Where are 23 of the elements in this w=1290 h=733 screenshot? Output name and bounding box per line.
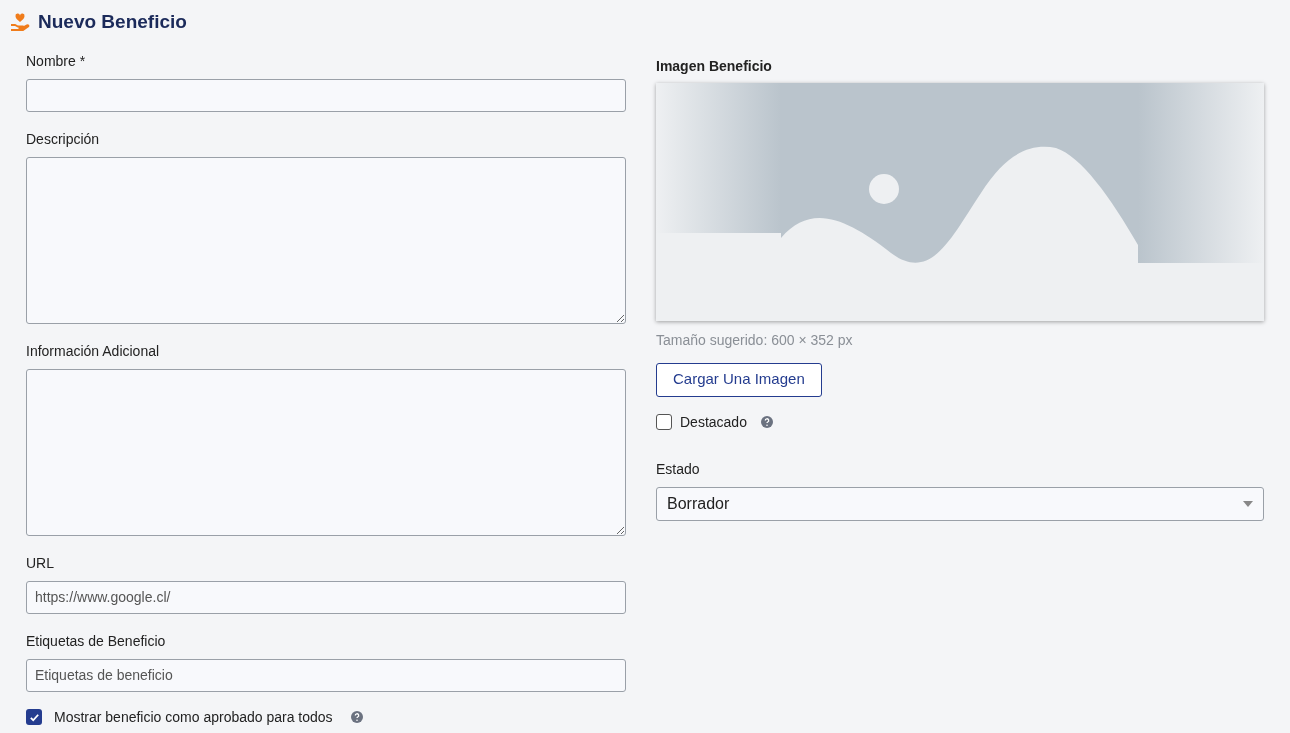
field-label: Estado [656,459,701,479]
field-label: Información Adicional [26,341,161,361]
field-label: Nombre * [26,51,87,71]
input-field[interactable]: https://www.google.cl/ [26,580,626,614]
checkbox[interactable] [656,414,672,430]
hand-heart-icon [10,13,30,32]
field-label: Etiquetas de Beneficio [26,631,167,651]
help-icon [350,711,363,723]
check-icon [28,711,40,723]
input-field[interactable] [26,78,626,112]
field-label: Descripción [26,129,101,149]
field-label: URL [26,553,55,573]
input-field[interactable]: Etiquetas de beneficio [26,658,626,692]
image-label: Imagen Beneficio [656,56,773,76]
upload-button[interactable]: Cargar Una Imagen [656,362,822,397]
status-select[interactable]: Borrador [656,486,1264,521]
checkbox-label: Mostrar beneficio como aprobado para todos [54,707,333,727]
checkbox[interactable] [26,709,42,725]
help-icon [760,416,773,428]
size-hint: Tamaño sugerido: 600 × 352 px [656,330,854,350]
caret-icon [1243,500,1253,507]
page-title: Nuevo Beneficio [38,10,187,34]
checkbox-label: Destacado [680,412,747,432]
